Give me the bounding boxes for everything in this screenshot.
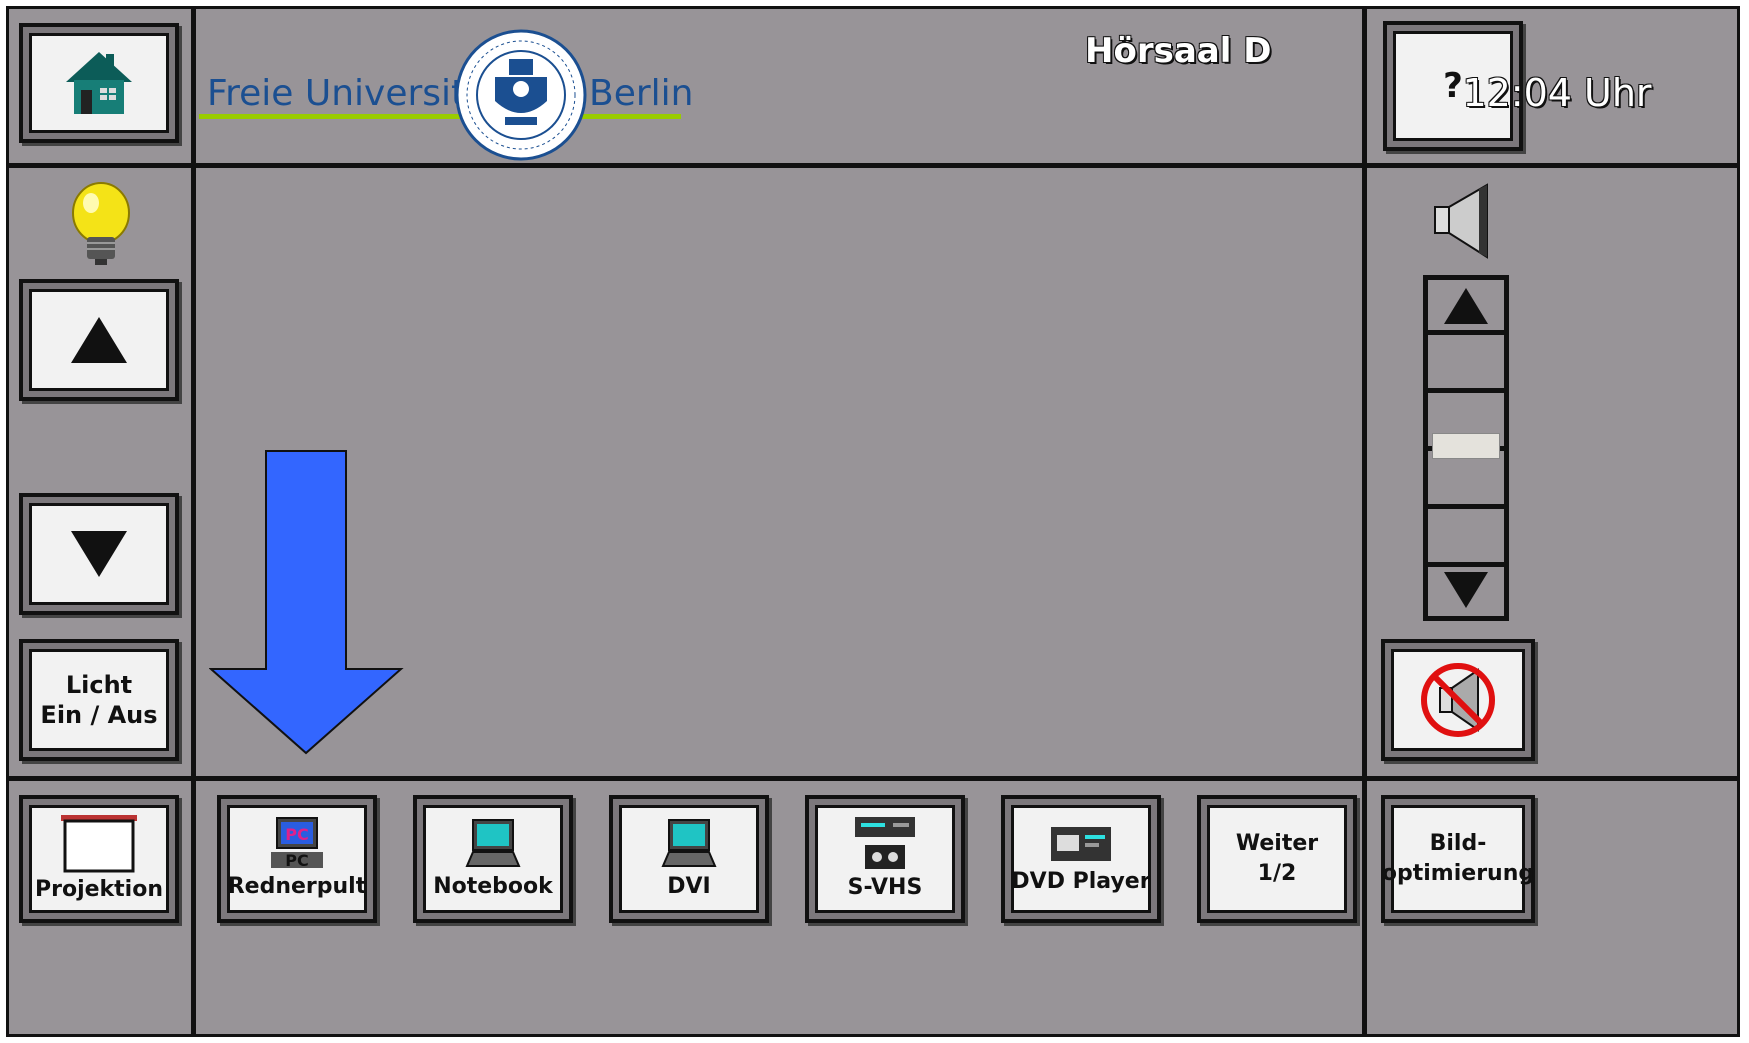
image-optimization-button[interactable]: Bild- optimierung bbox=[1381, 795, 1535, 923]
source-notebook-button[interactable]: Notebook bbox=[413, 795, 573, 923]
volume-segment-divider bbox=[1428, 330, 1504, 335]
arrow-down-icon bbox=[71, 531, 127, 577]
home-icon bbox=[66, 52, 132, 114]
pc-icon-subtext: PC bbox=[285, 851, 308, 870]
university-logo: Freie Universität Berlin bbox=[199, 27, 693, 161]
vcr-icon bbox=[855, 817, 915, 869]
light-up-button[interactable] bbox=[19, 279, 179, 401]
home-button[interactable] bbox=[19, 23, 179, 143]
volume-level-handle[interactable] bbox=[1432, 433, 1500, 459]
next-page-label-line1: Weiter bbox=[1235, 831, 1319, 856]
notebook-icon bbox=[465, 819, 521, 867]
source-rednerpult-button[interactable]: PC PC Rednerpult bbox=[217, 795, 377, 923]
room-title: Hörsaal D bbox=[1085, 31, 1272, 71]
control-panel: Freie Universität Berlin Hörsaal D ? 12:… bbox=[6, 6, 1740, 1037]
source-projection-label: Projektion bbox=[34, 877, 163, 902]
header-divider bbox=[9, 163, 1737, 168]
laptop-icon bbox=[661, 819, 717, 867]
logo-underline bbox=[199, 114, 681, 119]
light-toggle-label-line2: Ein / Aus bbox=[40, 701, 158, 729]
dvd-player-icon bbox=[1051, 827, 1111, 861]
speaker-icon bbox=[1434, 183, 1488, 259]
volume-slider[interactable] bbox=[1423, 275, 1509, 621]
mute-button[interactable] bbox=[1381, 639, 1535, 761]
source-dvd-button[interactable]: DVD Player bbox=[1001, 795, 1161, 923]
source-svhs-button[interactable]: S-VHS bbox=[805, 795, 965, 923]
light-down-button[interactable] bbox=[19, 493, 179, 615]
source-notebook-label: Notebook bbox=[433, 874, 553, 899]
right-column-divider bbox=[1362, 9, 1367, 1034]
image-optimization-label-line2: optimierung bbox=[1381, 861, 1535, 886]
pc-icon: PC PC bbox=[271, 817, 323, 870]
next-page-label-line2: 1/2 bbox=[1257, 861, 1297, 886]
source-dvd-label: DVD Player bbox=[1011, 869, 1151, 894]
source-rednerpult-label: Rednerpult bbox=[227, 874, 367, 899]
image-optimization-label-line1: Bild- bbox=[1429, 831, 1487, 856]
light-toggle-label-line1: Licht bbox=[65, 671, 133, 699]
source-projection-button[interactable]: Projektion bbox=[19, 795, 179, 923]
source-dvi-button[interactable]: DVI bbox=[609, 795, 769, 923]
volume-segment-divider bbox=[1428, 388, 1504, 393]
pc-icon-text: PC bbox=[285, 825, 308, 844]
left-column-divider bbox=[191, 9, 196, 1034]
source-svhs-label: S-VHS bbox=[847, 875, 923, 900]
mute-icon bbox=[1421, 663, 1495, 737]
next-page-button[interactable]: Weiter 1/2 bbox=[1197, 795, 1357, 923]
clock: 12:04 Uhr bbox=[1462, 71, 1652, 115]
projection-screen-icon bbox=[61, 815, 137, 873]
source-dvi-label: DVI bbox=[667, 874, 711, 899]
logo-text-right: Berlin bbox=[589, 73, 694, 114]
volume-segment-divider bbox=[1428, 562, 1504, 567]
volume-up-icon[interactable] bbox=[1442, 286, 1490, 326]
footer-divider bbox=[9, 776, 1737, 781]
volume-segment-divider bbox=[1428, 504, 1504, 509]
light-bulb-icon bbox=[72, 182, 130, 265]
light-toggle-button[interactable]: Licht Ein / Aus bbox=[19, 639, 179, 761]
arrow-up-icon bbox=[71, 317, 127, 363]
arrow-down-indicator-icon bbox=[209, 450, 404, 755]
volume-down-icon[interactable] bbox=[1442, 570, 1490, 610]
university-seal-icon bbox=[455, 29, 587, 161]
